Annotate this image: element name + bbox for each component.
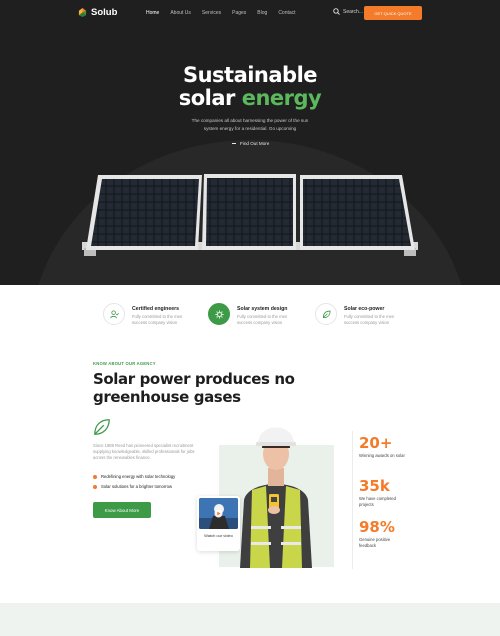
engineer-photo [240,427,312,568]
menu-item-home[interactable]: Home [146,10,159,16]
bullet-dot-icon [93,474,97,479]
feature-title: Certified engineers [132,306,179,312]
next-section-band [0,603,500,636]
feature-card-design: Solar system design Fully committed to t… [208,303,297,326]
bullet-text: Solar solutions for a brighter tomorrow [101,484,172,489]
leaf-icon [322,310,331,318]
menu-item-blog[interactable]: Blog [257,10,267,16]
features-strip: Certified engineers Fully committed to t… [0,285,500,345]
search-label: Search... [343,8,364,15]
logo-icon [78,8,87,17]
stat-value: 35k [359,477,390,495]
feature-desc: Fully committed to the men success compa… [132,314,183,325]
watch-video-card[interactable]: Watch our video [197,496,240,551]
hero-section: Solub Home About Us Services Pages Blog … [0,0,500,285]
hero-title-solar: solar [178,86,242,110]
bullet-dot-icon [93,484,97,489]
feature-desc: Fully committed to the men success compa… [237,314,288,325]
stat-awards: 20+ Winning awards on solar [359,435,407,459]
hero-subtitle: The companies all about harnessing the p… [191,118,309,131]
stat-label: Genuine positive feedback [359,537,391,548]
video-label: Watch our video [204,533,233,538]
video-thumbnail-image [199,498,238,529]
stat-label: We have completed projects [359,496,396,507]
about-bullet: Redefining energy with solar technology [93,474,175,479]
menu-item-pages[interactable]: Pages [232,10,246,16]
user-check-icon [109,309,119,318]
about-bullet: Solar solutions for a brighter tomorrow [93,484,172,489]
feature-card-eco-power: Solar eco-power Fully committed to the m… [315,303,404,326]
bullet-text: Redefining energy with solar technology [101,474,176,479]
know-about-more-button[interactable]: Know About More [93,502,151,518]
hero-title-line-1: Sustainable [182,63,318,87]
stat-feedback: 98% Genuine positive feedback [359,519,407,548]
hero-title: Sustainable solar energy [0,64,500,110]
search-trigger[interactable]: Search... [333,8,363,15]
solar-panels-image [82,174,418,256]
menu-item-services[interactable]: Services [202,10,221,16]
hero-title-energy: energy [241,86,322,110]
main-menu: Home About Us Services Pages Blog Contac… [146,10,296,16]
brand-name: Solub [91,7,118,18]
menu-item-about-us[interactable]: About Us [170,10,191,16]
feature-card-engineers: Certified engineers Fully committed to t… [103,303,192,326]
about-kicker: KNOW ABOUT OUR AGENCY [93,361,156,366]
feature-icon-wrap [208,303,230,325]
leaf-icon [94,419,110,435]
stat-projects: 35k We have completed projects [359,478,407,507]
menu-item-contact[interactable]: Contact [278,10,295,16]
quick-quote-button[interactable]: GET QUICK QUOTE [364,6,422,20]
search-icon [333,8,340,15]
stat-label: Winning awards on solar [359,453,405,458]
link-dash [232,143,236,144]
find-out-more-label: Find Out More [240,141,270,146]
gear-icon [214,309,224,319]
stats-divider [352,431,353,569]
about-description: Since 1988 Reed has pioneered specialist… [93,443,195,461]
feature-icon-wrap [315,303,337,325]
video-thumbnail [199,498,238,529]
stat-value: 20+ [359,434,393,452]
feature-title: Solar eco-power [344,306,385,312]
logo[interactable]: Solub [78,7,117,18]
feature-desc: Fully committed to the men success compa… [344,314,395,325]
about-title: Solar power produces no greenhouse gases [93,370,295,406]
stats-panel: 20+ Winning awards on solar 35k We have … [352,431,412,569]
feature-title: Solar system design [237,306,288,312]
find-out-more-link[interactable]: Find Out More [232,141,269,146]
top-nav: Solub Home About Us Services Pages Blog … [0,0,500,26]
stat-value: 98% [359,518,395,536]
feature-icon-wrap [103,303,125,325]
